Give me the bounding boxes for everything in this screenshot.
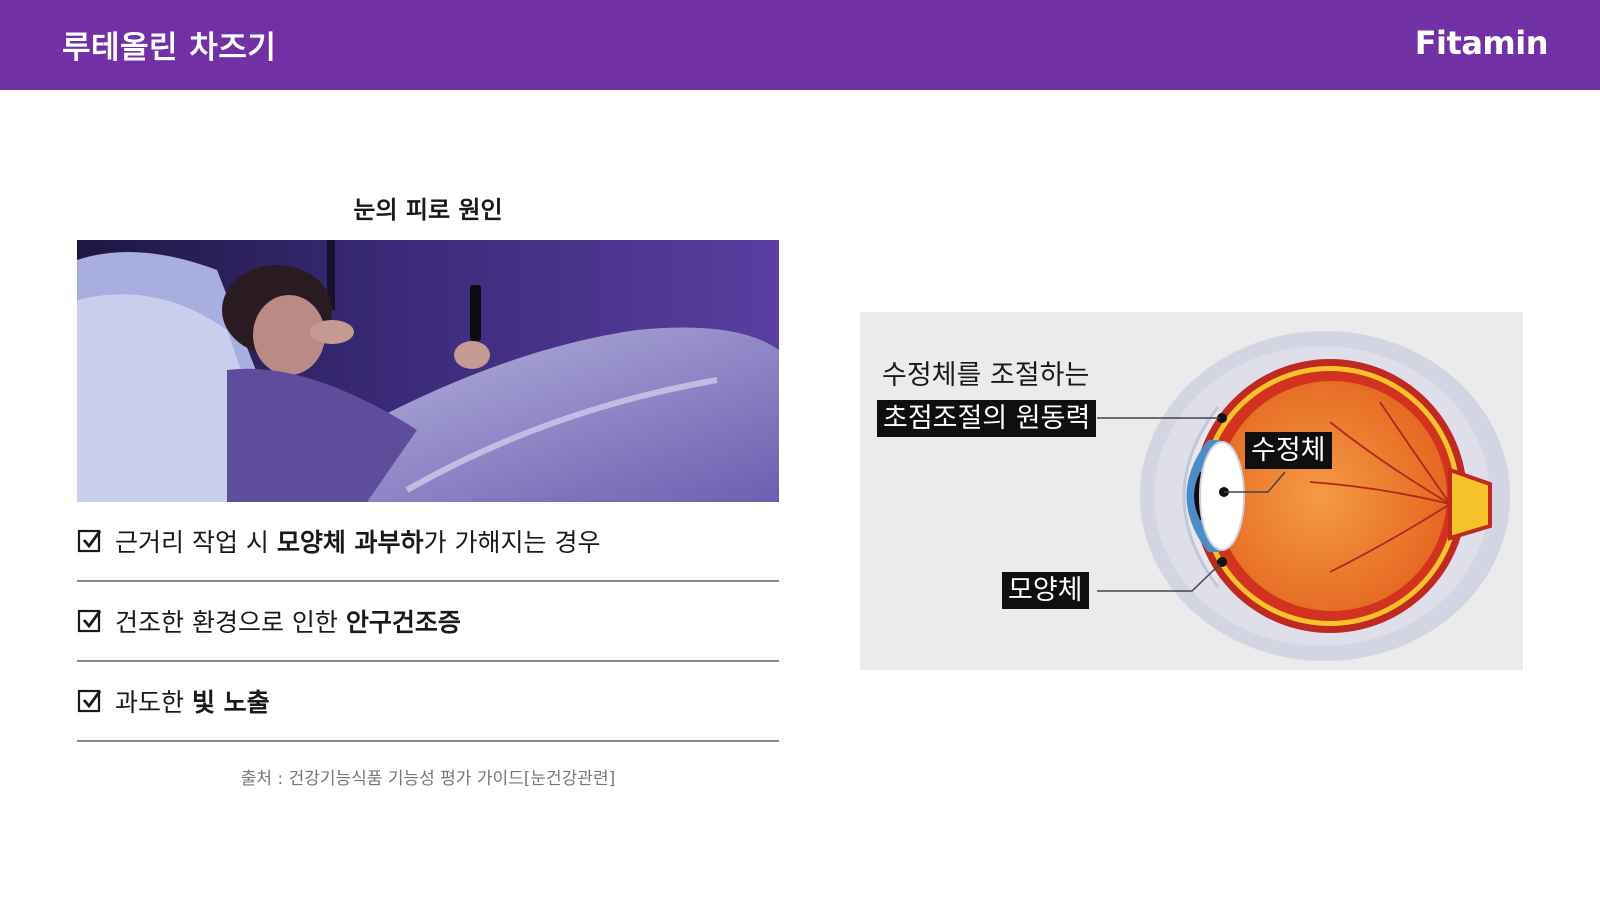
cause-text: 근거리 작업 시 모양체 과부하가 가해지는 경우 — [115, 528, 601, 557]
cause-text: 건조한 환경으로 인한 안구건조증 — [115, 608, 461, 637]
brand-logo: Fitamin — [1414, 24, 1549, 62]
checkbox-checked-icon — [77, 529, 102, 553]
page-title: 루테올린 차즈기 — [62, 30, 277, 66]
eye-fatigue-photo — [77, 240, 779, 502]
cause-text: 과도한 빛 노출 — [115, 688, 270, 717]
checkbox-checked-icon — [77, 689, 102, 713]
list-item: 과도한 빛 노출 — [77, 662, 779, 742]
source-citation: 출처 : 건강기능식품 기능성 평가 가이드[눈건강관련] — [240, 769, 616, 789]
section-title: 눈의 피로 원인 — [353, 196, 503, 224]
diagram-caption-highlight: 초점조절의 원동력 — [877, 400, 1097, 437]
diagram-caption: 수정체를 조절하는 — [882, 360, 1090, 391]
list-item: 근거리 작업 시 모양체 과부하가 가해지는 경우 — [77, 502, 779, 582]
list-item: 건조한 환경으로 인한 안구건조증 — [77, 582, 779, 662]
header-bar: 루테올린 차즈기 Fitamin — [0, 0, 1600, 90]
fatigue-cause-list: 근거리 작업 시 모양체 과부하가 가해지는 경우 건조한 환경으로 인한 안구… — [77, 502, 779, 742]
eye-anatomy-diagram: 수정체를 조절하는 초점조절의 원동력 수정체 모양체 — [860, 312, 1523, 670]
checkbox-checked-icon — [77, 609, 102, 633]
ciliary-body-label: 모양체 — [1002, 572, 1089, 609]
lens-label: 수정체 — [1245, 432, 1332, 469]
